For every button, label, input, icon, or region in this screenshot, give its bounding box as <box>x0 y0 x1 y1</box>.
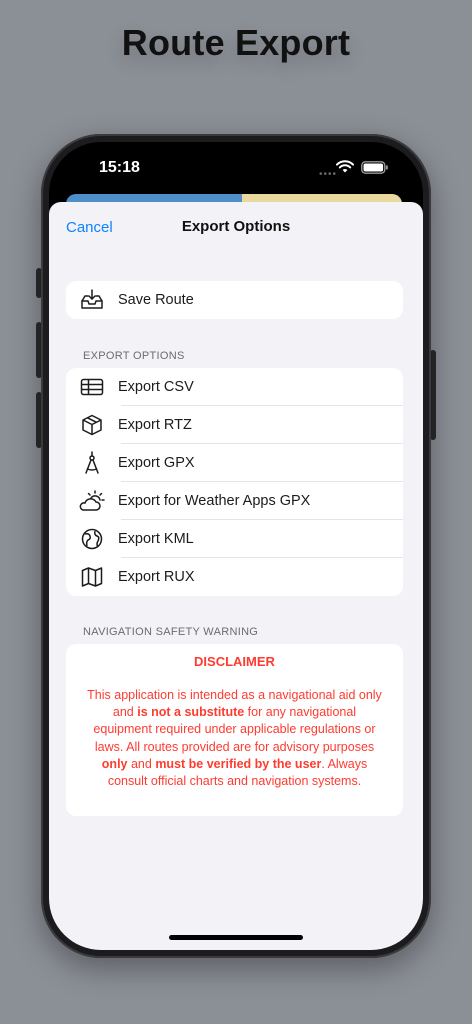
map-icon <box>66 558 118 596</box>
phone-screen: 15:18 •••• Cancel Export Options Save Ro… <box>49 142 423 950</box>
export-rtz-button[interactable]: Export RTZ <box>66 406 403 444</box>
export-csv-label: Export CSV <box>118 379 194 395</box>
table-icon <box>66 368 118 406</box>
export-gpx-label: Export GPX <box>118 455 195 471</box>
sun-cloud-icon <box>66 482 118 520</box>
disclaimer-card: DISCLAIMER This application is intended … <box>66 644 403 816</box>
save-route-button[interactable]: Save Route <box>66 281 403 319</box>
disclaimer-text: and <box>127 756 156 771</box>
globe-icon <box>66 520 118 558</box>
status-time: 15:18 <box>99 159 140 176</box>
safety-warning-header: NAVIGATION SAFETY WARNING <box>83 626 259 638</box>
export-options-header: EXPORT OPTIONS <box>83 350 185 362</box>
export-rtz-label: Export RTZ <box>118 417 192 433</box>
save-route-group: Save Route <box>66 281 403 319</box>
disclaimer-body: This application is intended as a naviga… <box>84 687 385 790</box>
signal-dots: •••• <box>319 169 338 180</box>
disclaimer-emphasis: is not a substitute <box>137 705 245 720</box>
export-kml-button[interactable]: Export KML <box>66 520 403 558</box>
export-weather-gpx-button[interactable]: Export for Weather Apps GPX <box>66 482 403 520</box>
status-bar: 15:18 •••• <box>49 142 423 194</box>
compass-tool-icon <box>66 444 118 482</box>
export-rux-button[interactable]: Export RUX <box>66 558 403 596</box>
tray-download-icon <box>66 281 118 319</box>
disclaimer-title: DISCLAIMER <box>194 654 275 669</box>
export-options-group: Export CSV Export RTZ Export GPX Export … <box>66 368 403 596</box>
disclaimer-emphasis: must be verified by the user <box>155 756 322 771</box>
export-csv-button[interactable]: Export CSV <box>66 368 403 406</box>
cube-icon <box>66 406 118 444</box>
disclaimer-emphasis: only <box>101 756 128 771</box>
export-rux-label: Export RUX <box>118 569 195 585</box>
nav-bar: Cancel Export Options <box>49 202 423 254</box>
wifi-icon <box>336 160 354 173</box>
export-kml-label: Export KML <box>118 531 194 547</box>
battery-icon <box>361 161 388 174</box>
save-route-label: Save Route <box>118 292 194 308</box>
export-options-sheet: Cancel Export Options Save Route EXPORT … <box>49 202 423 950</box>
page-title: Route Export <box>121 22 351 63</box>
export-gpx-button[interactable]: Export GPX <box>66 444 403 482</box>
home-indicator[interactable] <box>169 935 303 940</box>
export-weather-gpx-label: Export for Weather Apps GPX <box>118 493 311 509</box>
sheet-title: Export Options <box>181 218 291 235</box>
